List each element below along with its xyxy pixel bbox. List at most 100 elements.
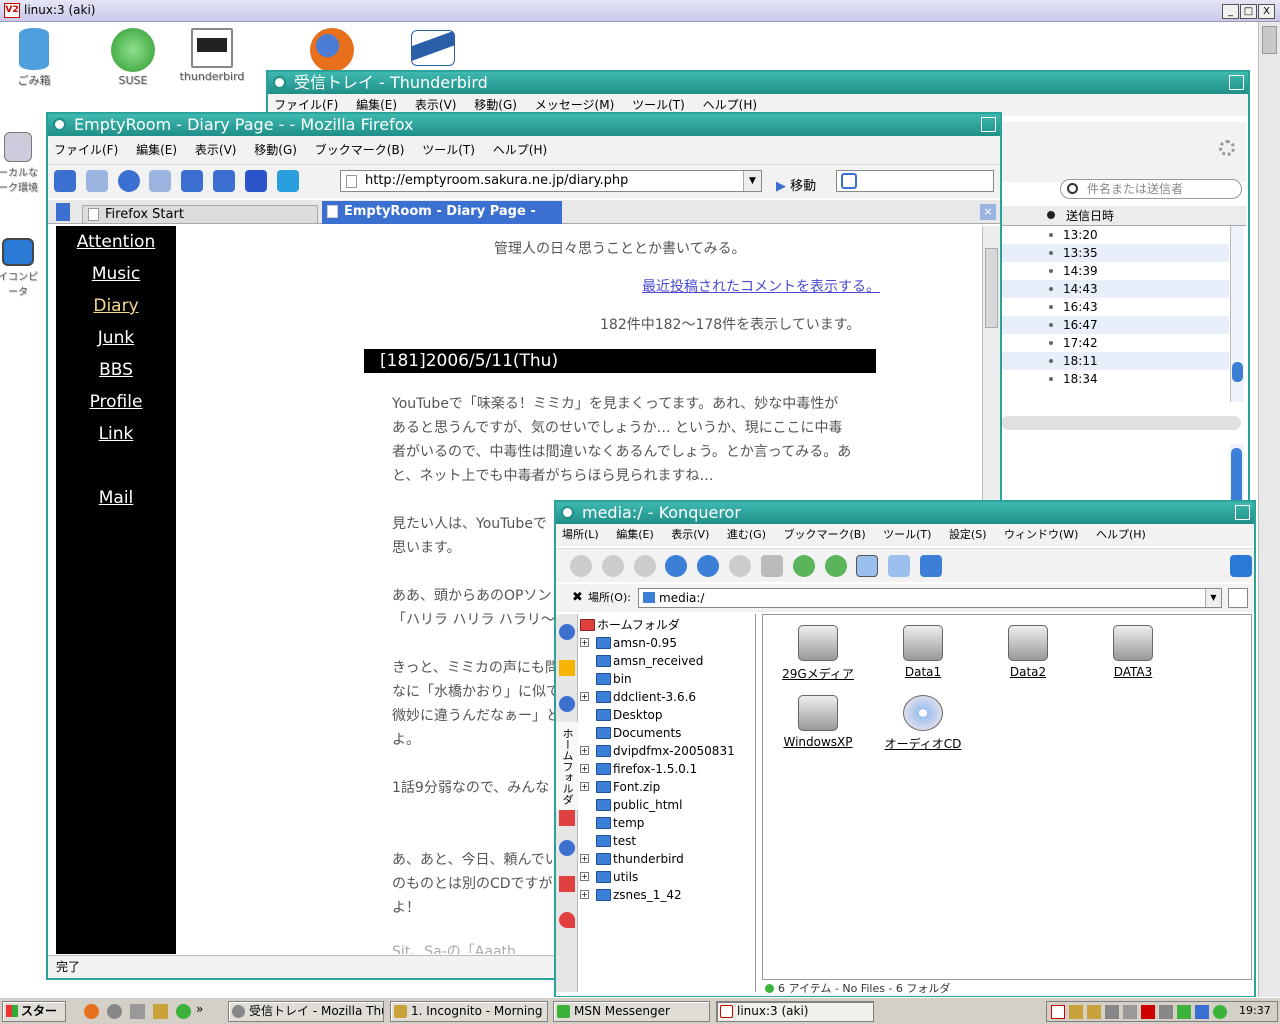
maximize-button[interactable]: □ — [1240, 4, 1257, 19]
drive-windowsxp[interactable]: WindowsXP — [763, 695, 873, 749]
menu-help[interactable]: ヘルプ(H) — [703, 98, 757, 112]
history-tab-icon[interactable] — [559, 696, 575, 712]
drive-audiocd[interactable]: オーディオCD — [868, 695, 978, 752]
bookmarks-tab-icon[interactable] — [559, 660, 575, 676]
expand-icon[interactable]: + — [580, 782, 589, 791]
thunderbird-icon[interactable] — [107, 1004, 122, 1019]
expand-icon[interactable]: + — [580, 638, 589, 647]
message-row[interactable]: 13:20 — [1001, 226, 1229, 244]
start-button[interactable]: スタート — [2, 1001, 66, 1024]
forward-arrow-icon[interactable] — [85, 170, 108, 192]
location-input[interactable]: media:/ ▼ — [638, 588, 1222, 608]
drive-29g[interactable]: 29Gメディア — [763, 625, 873, 682]
message-row[interactable]: 14:39 — [1001, 262, 1229, 280]
tray-icon[interactable] — [1159, 1005, 1173, 1019]
menu-go[interactable]: 移動(G) — [254, 143, 297, 157]
nav-diary[interactable]: Diary — [56, 290, 176, 322]
quick-launch-chevron[interactable]: » — [196, 1002, 203, 1016]
message-row[interactable]: 18:11 — [1001, 352, 1229, 370]
window-menu-icon[interactable] — [53, 118, 66, 131]
desktop-icon-openoffice[interactable] — [393, 30, 473, 66]
home-icon[interactable] — [181, 170, 204, 192]
go-location-icon[interactable] — [1228, 588, 1248, 608]
menu-help[interactable]: ヘルプ(H) — [493, 143, 547, 157]
recent-comments-link[interactable]: 最近投稿されたコメントを表示する。 — [642, 276, 880, 296]
tree-item[interactable]: bin — [580, 670, 755, 688]
drive-data1[interactable]: Data1 — [868, 625, 978, 679]
outer-scrollbar-arrow-icon[interactable] — [1262, 26, 1277, 54]
expand-icon[interactable]: + — [580, 746, 589, 755]
root-tab-icon[interactable] — [559, 912, 575, 928]
url-bar[interactable]: http://emptyroom.sakura.ne.jp/diary.php … — [340, 170, 762, 192]
tree-item[interactable]: + firefox-1.5.0.1 — [580, 760, 755, 778]
nav-profile[interactable]: Profile — [56, 386, 176, 418]
volume-icon[interactable] — [1105, 1005, 1119, 1019]
message-list[interactable]: 13:20 13:35 14:39 14:43 16:43 16:47 17:42 18:11… — [1001, 226, 1229, 388]
message-row[interactable]: 14:43 — [1001, 280, 1229, 298]
services-tab-icon[interactable] — [559, 840, 575, 856]
menu-tools[interactable]: ツール(T) — [883, 528, 931, 541]
maximize-icon[interactable] — [1235, 505, 1250, 520]
tree-item[interactable]: + Font.zip — [580, 778, 755, 796]
url-dropdown-icon[interactable]: ▼ — [743, 171, 761, 191]
network-tab-icon[interactable] — [559, 624, 575, 640]
stop-icon[interactable] — [149, 170, 172, 192]
minimize-button[interactable]: _ — [1222, 4, 1239, 19]
close-tab-icon[interactable]: × — [980, 204, 996, 220]
menu-view[interactable]: 表示(V) — [195, 143, 237, 157]
taskbar-winamp[interactable]: 1. Incognito - Morning Su... — [390, 1001, 548, 1022]
nav-junk[interactable]: Junk — [56, 322, 176, 354]
scrollbar-thumb[interactable] — [1232, 362, 1243, 382]
go-button[interactable]: ▶ 移動 — [776, 175, 816, 194]
message-row[interactable]: 16:43 — [1001, 298, 1229, 316]
message-list-scrollbar[interactable] — [1230, 226, 1244, 402]
nav-attention[interactable]: Attention — [56, 226, 176, 258]
notepad-icon[interactable] — [130, 1004, 145, 1019]
tray-icon[interactable] — [1087, 1005, 1101, 1019]
expand-icon[interactable]: + — [580, 692, 589, 701]
home-icon[interactable] — [665, 555, 688, 577]
new-tab-icon[interactable] — [56, 203, 70, 221]
tray-icon[interactable] — [1141, 1005, 1155, 1019]
thunderbird-titlebar[interactable]: 受信トレイ - Thunderbird — [268, 72, 1248, 94]
media-player-icon[interactable] — [176, 1004, 191, 1019]
nav-mail[interactable]: Mail — [56, 482, 176, 514]
menu-file[interactable]: ファイル(F) — [54, 143, 118, 157]
menu-file[interactable]: ファイル(F) — [274, 98, 338, 112]
menu-message[interactable]: メッセージ(M) — [535, 98, 614, 112]
pencil-icon[interactable] — [153, 1004, 168, 1019]
home-folder-tab[interactable]: ホームフォルダ — [556, 722, 578, 810]
print-icon[interactable] — [760, 555, 783, 577]
menu-edit[interactable]: 編集(E) — [356, 98, 397, 112]
preview-splitter[interactable] — [1001, 416, 1241, 430]
expand-icon[interactable]: + — [580, 854, 589, 863]
scrollbar-thumb[interactable] — [985, 248, 998, 328]
message-row[interactable]: 17:42 — [1001, 334, 1229, 352]
zoom-in-icon[interactable] — [792, 555, 815, 577]
date-column-header[interactable]: 送信日時 — [1001, 206, 1246, 226]
vnc-tray-icon[interactable] — [1051, 1005, 1065, 1019]
menu-go[interactable]: 進む(G) — [727, 528, 766, 541]
menu-edit[interactable]: 編集(E) — [136, 143, 177, 157]
drive-data2[interactable]: Data2 — [973, 625, 1083, 679]
menu-window[interactable]: ウィンドウ(W) — [1004, 528, 1078, 541]
menu-view[interactable]: 表示(V) — [415, 98, 457, 112]
tab-emptyroom[interactable]: EmptyRoom - Diary Page - — [322, 201, 562, 224]
firefox-icon[interactable] — [84, 1004, 99, 1019]
stop-icon[interactable] — [729, 555, 752, 577]
tree-item[interactable]: + zsnes_1_42 — [580, 886, 755, 904]
menu-location[interactable]: 場所(L) — [562, 528, 599, 541]
preview-icon[interactable] — [920, 555, 943, 577]
tree-item[interactable]: Documents — [580, 724, 755, 742]
nav-music[interactable]: Music — [56, 258, 176, 290]
desktop-icon-network[interactable]: ーカルな ーク環境 — [0, 132, 48, 194]
menu-view[interactable]: 表示(V) — [671, 528, 709, 541]
desktop-icon-suse[interactable]: SUSE — [93, 28, 173, 87]
up-arrow-icon[interactable] — [633, 555, 656, 577]
taskbar-thunderbird[interactable]: 受信トレイ - Mozilla Thun... — [228, 1001, 384, 1022]
reload-icon[interactable] — [117, 170, 140, 192]
desktop-icon-mycomputer[interactable]: イコンピ ータ — [0, 238, 48, 298]
tray-icon[interactable] — [1177, 1005, 1191, 1019]
taskbar-msn[interactable]: MSN Messenger — [553, 1001, 710, 1022]
menu-bookmarks[interactable]: ブックマーク(B) — [315, 143, 405, 157]
